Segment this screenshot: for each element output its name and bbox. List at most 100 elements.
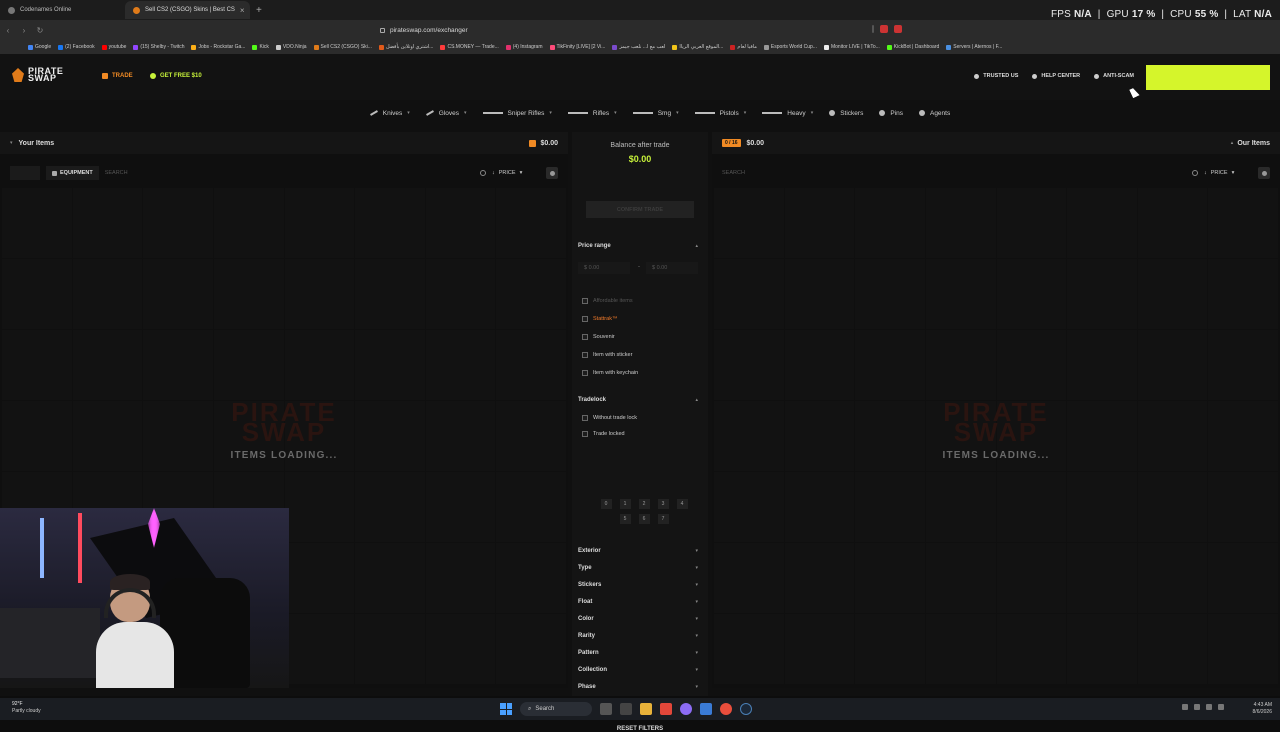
bookmark-item[interactable]: Jobs - Rockstar Ga... [191,44,245,50]
filter-phase[interactable]: Phase ▾ [578,684,698,690]
category-gloves[interactable]: Gloves ▾ [425,110,467,117]
filter-rarity[interactable]: Rarity ▾ [578,633,698,639]
filter-float[interactable]: Float ▾ [578,599,698,605]
bookmark-item[interactable]: الموقع العربي الرياا... [672,44,723,50]
help-center-link[interactable]: HELP CENTER [1032,73,1080,79]
bookmark-item[interactable]: CS.MONEY — Trade... [440,44,499,50]
settings-icon[interactable] [546,167,558,179]
bookmark-item[interactable]: (2) Facebook [58,44,95,50]
brave-browser-icon[interactable] [660,703,672,715]
affordable-checkbox[interactable]: Affordable items [582,298,633,304]
lock-day-button[interactable]: 1 [619,499,631,509]
price-min-input[interactable]: $ 0.00 [578,262,630,274]
category-sniper-rifles[interactable]: Sniper Rifles ▾ [482,110,552,117]
bookmark-item[interactable]: VDO.Ninja [275,44,307,50]
browser-tab-codenames[interactable]: Codenames Online [0,1,125,19]
filter-stickers[interactable]: Stickers ▾ [578,582,698,588]
discord-icon[interactable] [680,703,692,715]
lock-day-button[interactable]: 6 [638,514,650,524]
bookmark-item[interactable]: Monitor LIVE | TikTo... [823,44,880,50]
tradelock-header[interactable]: Tradelock ▴ [578,397,698,403]
anti-scam-link[interactable]: ANTI-SCAM [1094,73,1134,79]
our-items-search-input[interactable] [722,166,1186,180]
equipment-button[interactable]: EQUIPMENT [46,166,99,180]
pirateswap-logo[interactable]: PIRATE SWAP [12,67,63,83]
alert-icon[interactable] [894,25,902,33]
forward-icon[interactable]: › [16,26,32,35]
windows-start-icon[interactable] [500,703,512,715]
bookmark-item[interactable]: مافيا لعام [730,44,757,50]
bookmark-item[interactable]: Servers | Aternos | F... [946,44,1002,50]
your-items-search-input[interactable] [104,166,474,180]
url-field[interactable]: pirateswap.com/exchanger [380,24,468,36]
lock-day-button[interactable]: 7 [657,514,669,524]
volume-icon[interactable] [1206,704,1212,710]
trade-locked-checkbox[interactable]: Trade locked [582,431,625,437]
taskbar-search[interactable]: ⌕ Search [520,702,592,716]
stattrak-checkbox[interactable]: Stattrak™ [582,316,617,322]
bookmark-item[interactable]: KickBot | Dashboard [886,44,939,50]
filter-exterior[interactable]: Exterior ▾ [578,548,698,554]
widgets-icon[interactable] [600,703,612,715]
bookmark-item[interactable]: لعب مع ا... نلعب جيمز [612,44,665,50]
category-heavy[interactable]: Heavy ▾ [762,110,813,117]
file-explorer-icon[interactable] [640,703,652,715]
task-view-icon[interactable] [620,703,632,715]
steam-login-button[interactable] [1146,65,1270,90]
category-stickers[interactable]: Stickers [829,110,863,117]
brave-shield-icon[interactable] [880,25,888,33]
confirm-trade-button[interactable]: CONFIRM TRADE [586,201,694,218]
get-free-link[interactable]: GET FREE $10 [150,73,202,79]
lock-day-button[interactable]: 5 [619,514,631,524]
bookmark-item[interactable]: TikFinity [LIVE] [2 Vi... [549,44,605,50]
weather-widget[interactable]: 92°F Partly cloudy [12,701,41,715]
price-max-input[interactable]: $ 0.00 [646,262,698,274]
search-icon[interactable] [1192,170,1198,176]
browser-tab-pirateswap[interactable]: Sell CS2 (CSGO) Skins | Best CS × [125,1,250,19]
reload-icon[interactable]: ↻ [32,26,48,35]
lock-day-button[interactable]: 2 [638,499,650,509]
bookmark-item[interactable]: (4) Instagram [505,44,543,50]
our-items-header[interactable]: 0 / 16 $0.00 ▴ Our Items [712,132,1280,154]
steam-inventory-button[interactable] [10,166,40,180]
filter-collection[interactable]: Collection ▾ [578,667,698,673]
reset-filters-button[interactable]: RESET FILTERS [578,726,702,732]
category-pins[interactable]: Pins [879,110,903,117]
your-items-sort[interactable]: ↓ PRICE ▾ [492,170,540,176]
new-tab-button[interactable]: + [250,5,268,16]
search-icon[interactable] [480,170,486,176]
back-icon[interactable]: ‹ [0,26,16,35]
bookmark-item[interactable]: Google [28,44,51,50]
filter-type[interactable]: Type ▾ [578,565,698,571]
network-icon[interactable] [1194,704,1200,710]
keychain-checkbox[interactable]: Item with keychain [582,370,638,376]
app-icon[interactable] [700,703,712,715]
bookmark-item[interactable]: Kick [252,44,269,50]
chrome-icon[interactable] [720,703,732,715]
price-range-header[interactable]: Price range ▴ [578,243,698,249]
sticker-checkbox[interactable]: Item with sticker [582,352,632,358]
category-agents[interactable]: Agents [918,110,950,117]
steam-icon[interactable] [740,703,752,715]
without-lock-checkbox[interactable]: Without trade lock [582,415,637,421]
your-items-header[interactable]: ▾ Your Items $0.00 [0,132,568,154]
souvenir-checkbox[interactable]: Souvenir [582,334,615,340]
lock-day-button[interactable]: 0 [600,499,612,509]
trusted-us-link[interactable]: TRUSTED US [974,73,1018,79]
close-tab-icon[interactable]: × [240,6,245,15]
clock[interactable]: 4:43 AM 8/6/2026 [1253,702,1272,716]
category-knives[interactable]: Knives ▾ [369,110,410,117]
our-items-sort[interactable]: ↓ PRICE ▾ [1204,170,1252,176]
category-rifles[interactable]: Rifles ▾ [567,110,617,117]
bookmark-item[interactable]: Esports World Cup... [763,44,817,50]
bookmark-item[interactable]: Sell CS2 (CSGO) Ski... [313,44,372,50]
settings-icon[interactable] [1258,167,1270,179]
category-smg[interactable]: Smg ▾ [632,110,679,117]
bookmark-item[interactable]: youtube [101,44,126,50]
category-pistols[interactable]: Pistols ▾ [694,110,746,117]
bookmark-item[interactable]: (15) Shelby - Twitch [133,44,184,50]
filter-color[interactable]: Color ▾ [578,616,698,622]
bookmark-item[interactable]: اشتري اوتلاين بأفضل... [378,44,433,50]
battery-icon[interactable] [1218,704,1224,710]
lock-day-button[interactable]: 3 [657,499,669,509]
